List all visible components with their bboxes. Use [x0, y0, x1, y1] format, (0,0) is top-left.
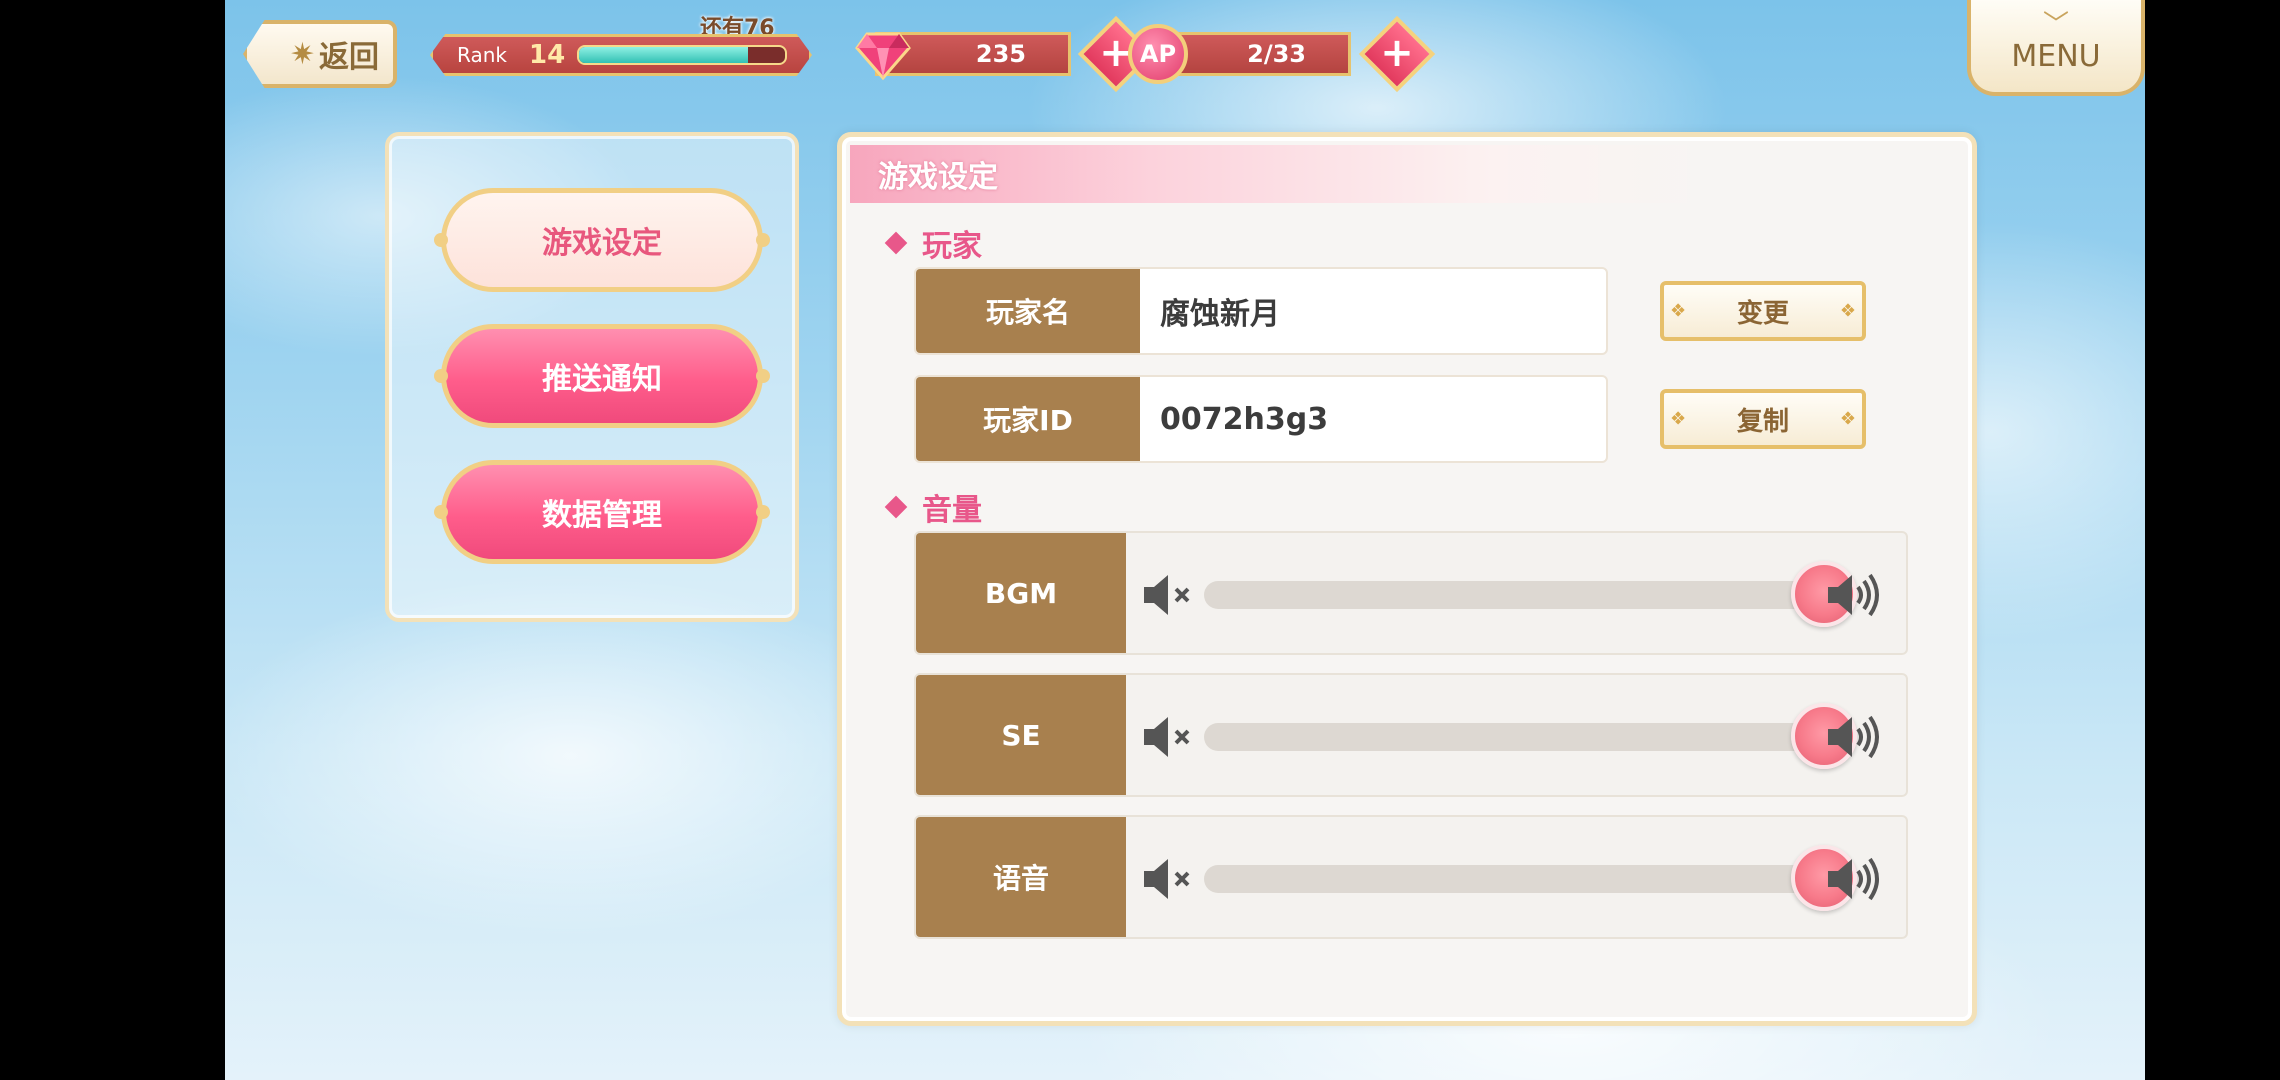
- volume-row-se: SE: [914, 673, 1908, 797]
- diamond-icon: [884, 495, 908, 519]
- chevron-down-icon: ﹀: [2042, 10, 2070, 40]
- voice-volume-slider[interactable]: [1204, 845, 1857, 911]
- menu-button[interactable]: ﹀ MENU: [1967, 0, 2145, 96]
- add-ap-button[interactable]: +: [1358, 15, 1436, 93]
- player-section-title: 玩家: [884, 221, 982, 265]
- tab-push-notifications[interactable]: 推送通知: [434, 324, 770, 428]
- volume-row-voice: 语音: [914, 815, 1908, 939]
- bgm-volume-slider[interactable]: [1204, 561, 1857, 627]
- plus-icon: +: [1380, 30, 1414, 76]
- mute-icon[interactable]: [1140, 713, 1196, 761]
- button-label: 复制: [1736, 406, 1789, 437]
- player-id-label: 玩家ID: [916, 377, 1140, 461]
- volume-max-icon[interactable]: [1824, 569, 1884, 621]
- ap-icon: AP: [1128, 24, 1188, 84]
- mute-icon[interactable]: [1140, 571, 1196, 619]
- button-label: 变更: [1736, 298, 1789, 329]
- game-screen: ✷ 返回 还有76 Rank 14 235 + 2/33 AP + ﹀ MENU…: [225, 0, 2145, 1080]
- player-name-value: 腐蚀新月: [1160, 297, 1280, 332]
- back-button[interactable]: ✷ 返回: [243, 20, 397, 88]
- volume-label: BGM: [916, 533, 1126, 653]
- se-volume-slider[interactable]: [1204, 703, 1857, 769]
- tab-data-management[interactable]: 数据管理: [434, 460, 770, 564]
- player-id-value: 0072h3g3: [1160, 401, 1329, 437]
- volume-label: 语音: [916, 817, 1126, 937]
- volume-max-icon[interactable]: [1824, 853, 1884, 905]
- settings-nav: 游戏设定 推送通知 数据管理: [385, 132, 799, 622]
- ap-icon-label: AP: [1139, 40, 1177, 68]
- rank-progress-fill: [579, 47, 749, 63]
- volume-max-icon[interactable]: [1824, 711, 1884, 763]
- diamond-icon: [884, 231, 908, 255]
- change-name-button[interactable]: 变更: [1660, 281, 1866, 341]
- section-label: 音量: [922, 493, 982, 528]
- player-name-label: 玩家名: [916, 269, 1140, 353]
- rank-value: 14: [528, 40, 566, 70]
- ap-count: 2/33: [1247, 40, 1306, 68]
- volume-row-bgm: BGM: [914, 531, 1908, 655]
- gem-icon: [855, 32, 911, 81]
- rank-label: Rank: [457, 43, 507, 67]
- panel-title: 游戏设定: [850, 145, 1710, 203]
- volume-section-title: 音量: [884, 485, 982, 529]
- tab-game-settings[interactable]: 游戏设定: [434, 188, 770, 292]
- tab-label: 推送通知: [542, 362, 662, 397]
- player-name-row: 玩家名 腐蚀新月: [914, 267, 1608, 355]
- mute-icon[interactable]: [1140, 855, 1196, 903]
- rank-bar: Rank 14: [430, 34, 812, 76]
- back-label: 返回: [319, 40, 379, 75]
- menu-label: MENU: [2011, 39, 2101, 74]
- copy-id-button[interactable]: 复制: [1660, 389, 1866, 449]
- volume-label: SE: [916, 675, 1126, 795]
- tab-label: 游戏设定: [542, 226, 662, 261]
- settings-panel: 游戏设定 玩家 玩家名 腐蚀新月 变更 玩家ID 0072h3g3 复制 音量 …: [837, 132, 1977, 1026]
- section-label: 玩家: [922, 229, 982, 264]
- sparkle-icon: ✷: [289, 36, 315, 72]
- player-id-row: 玩家ID 0072h3g3: [914, 375, 1608, 463]
- gem-count: 235: [975, 40, 1026, 68]
- rank-progress-track: [577, 45, 788, 65]
- tab-label: 数据管理: [542, 498, 662, 533]
